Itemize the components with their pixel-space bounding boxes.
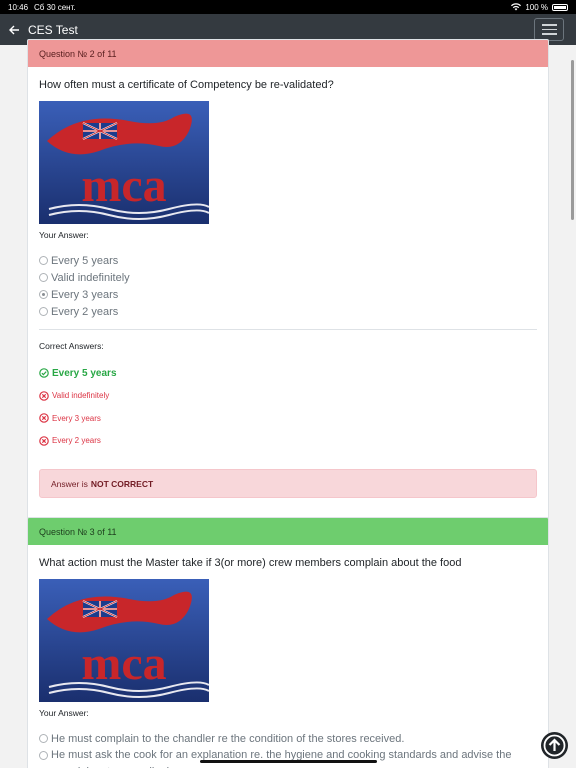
menu-button[interactable] (534, 18, 564, 41)
radio-button[interactable] (39, 734, 48, 743)
logo-text: mca (81, 637, 166, 690)
option-row[interactable]: He must complain to the chandler re the … (39, 730, 537, 747)
arrow-up-circle-icon (543, 734, 566, 757)
status-bar: 10:46 Сб 30 сент. 100 % (0, 0, 576, 14)
answer-incorrect: Every 3 years (39, 407, 537, 430)
arrow-left-icon (8, 25, 19, 34)
your-answer-label: Your Answer: (39, 230, 89, 240)
option-label: Valid indefinitely (51, 271, 130, 284)
answer-incorrect: Valid indefinitely (39, 385, 537, 408)
answer-options: Every 5 years Valid indefinitely Every 3… (39, 252, 537, 320)
correct-answers-list: Every 5 years Valid indefinitely Every 3… (39, 362, 537, 452)
radio-button[interactable] (39, 273, 48, 282)
question-header: Question № 2 of 11 (28, 40, 548, 67)
hamburger-icon (541, 24, 557, 26)
battery-percent: 100 % (525, 2, 548, 12)
mca-logo-image: mca (39, 101, 209, 224)
question-text: What action must the Master take if 3(or… (39, 557, 462, 569)
divider (39, 329, 537, 330)
answer-text: Every 3 years (52, 413, 101, 423)
option-row[interactable]: Every 3 years (39, 286, 537, 303)
option-row[interactable]: He must ask the cook for an explanation … (39, 747, 537, 768)
date: Сб 30 сент. (34, 2, 76, 12)
question-header: Question № 3 of 11 (28, 518, 548, 545)
result-alert: Answer is NOT CORRECT (39, 469, 537, 498)
back-button[interactable] (0, 22, 28, 38)
question-card: Question № 2 of 11 How often must a cert… (27, 39, 549, 519)
option-label: Every 3 years (51, 288, 119, 301)
battery-icon (552, 3, 568, 11)
page-title: CES Test (28, 22, 78, 37)
radio-button[interactable] (39, 751, 48, 760)
result-status: NOT CORRECT (90, 478, 154, 489)
answer-correct: Every 5 years (39, 362, 537, 385)
option-label: Every 5 years (51, 254, 119, 267)
option-row[interactable]: Every 2 years (39, 303, 537, 320)
answer-text: Every 2 years (52, 436, 101, 446)
scrollbar[interactable] (571, 60, 574, 220)
option-row[interactable]: Valid indefinitely (39, 269, 537, 286)
question-card: Question № 3 of 11 What action must the … (27, 517, 549, 768)
wifi-icon (511, 3, 522, 11)
scroll-to-top-button[interactable] (541, 732, 568, 759)
x-circle-icon (39, 413, 49, 424)
logo-text: mca (81, 159, 166, 212)
correct-answers-label: Correct Answers: (39, 341, 104, 351)
home-indicator[interactable] (200, 760, 377, 763)
radio-button[interactable] (39, 256, 48, 265)
answer-incorrect: Every 2 years (39, 430, 537, 453)
radio-button-selected[interactable] (39, 290, 48, 299)
result-prefix: Answer is (51, 478, 88, 489)
option-row[interactable]: Every 5 years (39, 252, 537, 269)
option-label: Every 2 years (51, 305, 119, 318)
option-label: He must ask the cook for an explanation … (51, 749, 512, 768)
your-answer-label: Your Answer: (39, 708, 89, 718)
mca-logo-image: mca (39, 579, 209, 702)
answer-text: Every 5 years (52, 367, 117, 379)
radio-button[interactable] (39, 307, 48, 316)
answer-text: Valid indefinitely (52, 391, 110, 401)
question-text: How often must a certificate of Competen… (39, 79, 334, 91)
x-circle-icon (39, 435, 49, 446)
option-label: He must complain to the chandler re the … (51, 732, 405, 745)
clock: 10:46 (8, 2, 29, 12)
check-circle-icon (39, 368, 49, 379)
x-circle-icon (39, 390, 49, 401)
